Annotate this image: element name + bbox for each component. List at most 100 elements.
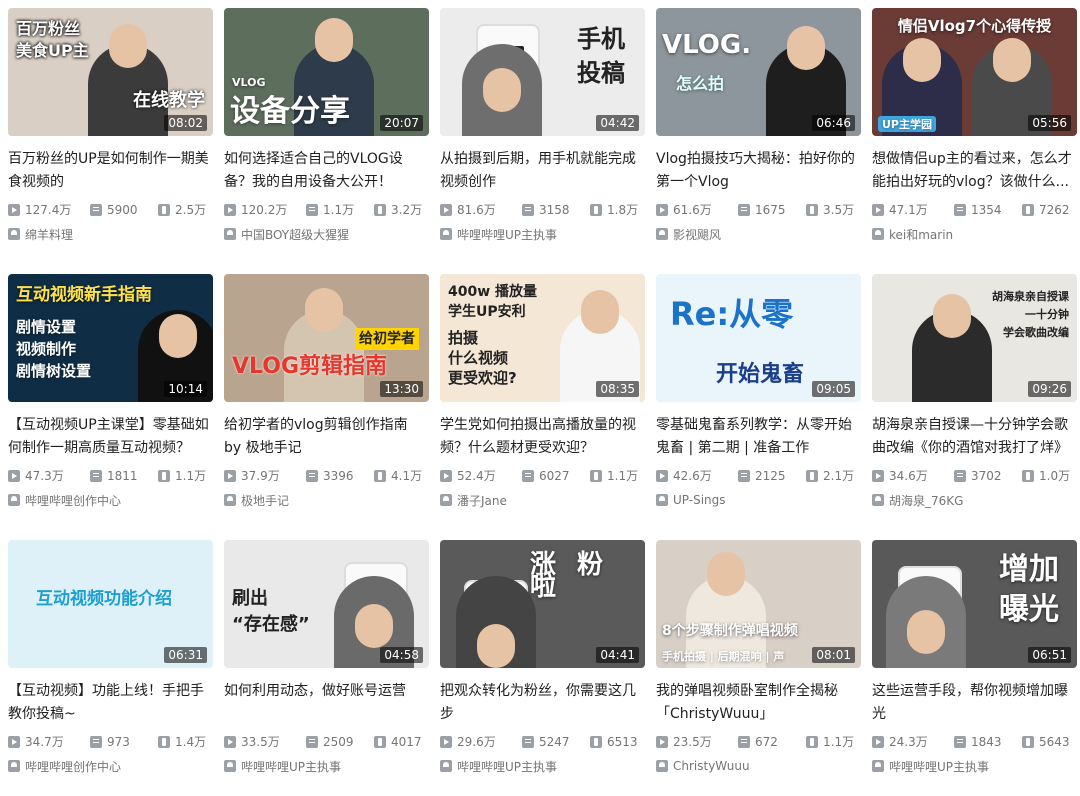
play-count: 127.4万 [8,202,90,218]
video-thumbnail[interactable]: 刷出 “存在感” 04:58 [224,540,429,668]
video-card[interactable]: 手机 投稿 04:42 从拍摄到后期，用手机就能完成视频创作 81.6万 315… [440,8,645,264]
video-thumbnail[interactable]: 给初学者 VLOG剪辑指南 13:30 [224,274,429,402]
video-card[interactable]: 给初学者 VLOG剪辑指南 13:30 给初学者的vlog剪辑创作指南 by 极… [224,274,429,530]
video-thumbnail[interactable]: 增加 曝光 06:51 [872,540,1077,668]
thumbnail-caption: 给初学者 [355,328,419,350]
play-count: 42.6万 [656,468,738,484]
danmu-count: 672 [738,734,806,750]
danmu-count: 5247 [522,734,590,750]
author-name[interactable]: 潘子Jane [457,492,507,509]
user-icon [224,760,236,772]
coin-count: 1.4万 [158,734,206,750]
video-thumbnail[interactable]: 情侣Vlog7个心得传授 UP主学园 05:56 [872,8,1077,136]
video-author[interactable]: 哔哩哔哩UP主执事 [440,226,645,242]
video-thumbnail[interactable]: Re:从零 开始鬼畜 09:05 [656,274,861,402]
video-thumbnail[interactable]: 涨 粉 啦 04:41 [440,540,645,668]
danmu-count: 2509 [306,734,374,750]
video-title[interactable]: 如何选择适合自己的VLOG设备？我的自用设备大公开！ [224,148,429,194]
video-author[interactable]: 胡海泉_76KG [872,492,1077,508]
author-name[interactable]: 哔哩哔哩创作中心 [25,758,121,775]
video-author[interactable]: 哔哩哔哩UP主执事 [224,758,429,774]
play-icon [872,204,884,216]
video-card[interactable]: 情侣Vlog7个心得传授 UP主学园 05:56 想做情侣up主的看过来，怎么才… [872,8,1077,264]
author-name[interactable]: 影视飓风 [673,226,721,243]
video-title[interactable]: 我的弹唱视频卧室制作全揭秘「ChristyWuuu」 [656,680,861,726]
video-author[interactable]: 绵羊料理 [8,226,213,242]
video-title[interactable]: 【互动视频UP主课堂】零基础如何制作一期高质量互动视频？ [8,414,213,460]
author-name[interactable]: kei和marin [889,226,953,243]
play-icon [8,736,20,748]
video-card[interactable]: Re:从零 开始鬼畜 09:05 零基础鬼畜系列教学：从零开始鬼畜 | 第二期 … [656,274,861,530]
video-card[interactable]: 涨 粉 啦 04:41 把观众转化为粉丝，你需要这几步 29.6万 5247 6… [440,540,645,796]
video-thumbnail[interactable]: 400w 播放量 学生UP安利 拍摄 什么视频 更受欢迎? 08:35 [440,274,645,402]
video-duration: 09:26 [1028,381,1071,397]
video-author[interactable]: 潘子Jane [440,492,645,508]
play-count-value: 47.1万 [889,203,928,217]
video-author[interactable]: kei和marin [872,226,1077,242]
video-thumbnail[interactable]: 胡海泉亲自授课 一十分钟 学会歌曲改编 09:26 [872,274,1077,402]
coin-icon [806,736,818,748]
video-author[interactable]: 影视飓风 [656,226,861,242]
video-title[interactable]: 如何利用动态，做好账号运营 [224,680,429,726]
video-card[interactable]: 400w 播放量 学生UP安利 拍摄 什么视频 更受欢迎? 08:35 学生党如… [440,274,645,530]
danmu-count-value: 5247 [539,735,570,749]
author-name[interactable]: ChristyWuuu [673,759,750,773]
video-card[interactable]: 互动视频功能介绍 06:31 【互动视频】功能上线！手把手教你投稿~ 34.7万… [8,540,213,796]
video-title[interactable]: 学生党如何拍摄出高播放量的视频？什么题材更受欢迎？ [440,414,645,460]
video-title[interactable]: 胡海泉亲自授课—十分钟学会歌曲改编《你的酒馆对我打了烊》 [872,414,1077,460]
author-name[interactable]: 胡海泉_76KG [889,492,963,509]
video-author[interactable]: 哔哩哔哩UP主执事 [440,758,645,774]
video-title[interactable]: 【互动视频】功能上线！手把手教你投稿~ [8,680,213,726]
video-thumbnail[interactable]: VLOG. 怎么拍 06:46 [656,8,861,136]
video-thumbnail[interactable]: 互动视频新手指南 剧情设置 视频制作 剧情树设置 10:14 [8,274,213,402]
danmu-count: 3158 [522,202,590,218]
author-name[interactable]: 哔哩哔哩UP主执事 [241,758,341,775]
video-title[interactable]: 从拍摄到后期，用手机就能完成视频创作 [440,148,645,194]
video-author[interactable]: 中国BOY超级大猩猩 [224,226,429,242]
video-title[interactable]: 把观众转化为粉丝，你需要这几步 [440,680,645,726]
author-name[interactable]: 哔哩哔哩UP主执事 [457,226,557,243]
video-card[interactable]: 8个步骤制作弹唱视频 手机拍摄 | 后期混响 | 声 08:01 我的弹唱视频卧… [656,540,861,796]
video-title[interactable]: 这些运营手段，帮你视频增加曝光 [872,680,1077,726]
author-name[interactable]: 哔哩哔哩UP主执事 [457,758,557,775]
thumbnail-subcaption: 拍摄 什么视频 更受欢迎? [448,329,517,387]
video-author[interactable]: ChristyWuuu [656,758,861,774]
thumbnail-caption: 胡海泉亲自授课 一十分钟 学会歌曲改编 [992,290,1069,339]
video-thumbnail[interactable]: VLOG 设备分享 20:07 [224,8,429,136]
video-title[interactable]: 零基础鬼畜系列教学：从零开始鬼畜 | 第二期 | 准备工作 [656,414,861,460]
coin-count: 3.5万 [806,202,854,218]
coin-count-value: 2.5万 [175,203,207,217]
video-card[interactable]: 胡海泉亲自授课 一十分钟 学会歌曲改编 09:26 胡海泉亲自授课—十分钟学会歌… [872,274,1077,530]
video-card[interactable]: 百万粉丝 美食UP主 在线教学 08:02 百万粉丝的UP是如何制作一期美食视频… [8,8,213,264]
video-title[interactable]: 想做情侣up主的看过来，怎么才能拍出好玩的vlog？该做什么... [872,148,1077,194]
play-count-value: 61.6万 [673,203,712,217]
author-name[interactable]: UP-Sings [673,493,726,507]
video-thumbnail[interactable]: 手机 投稿 04:42 [440,8,645,136]
video-author[interactable]: 极地手记 [224,492,429,508]
video-card[interactable]: VLOG. 怎么拍 06:46 Vlog拍摄技巧大揭秘：拍好你的第一个Vlog … [656,8,861,264]
author-name[interactable]: 中国BOY超级大猩猩 [241,226,349,243]
video-card[interactable]: 刷出 “存在感” 04:58 如何利用动态，做好账号运营 33.5万 2509 … [224,540,429,796]
video-thumbnail[interactable]: 8个步骤制作弹唱视频 手机拍摄 | 后期混响 | 声 08:01 [656,540,861,668]
author-name[interactable]: 哔哩哔哩创作中心 [25,492,121,509]
user-icon [872,760,884,772]
video-title[interactable]: 百万粉丝的UP是如何制作一期美食视频的 [8,148,213,194]
video-author[interactable]: 哔哩哔哩创作中心 [8,758,213,774]
video-card[interactable]: 互动视频新手指南 剧情设置 视频制作 剧情树设置 10:14 【互动视频UP主课… [8,274,213,530]
video-author[interactable]: UP-Sings [656,492,861,508]
video-card[interactable]: VLOG 设备分享 20:07 如何选择适合自己的VLOG设备？我的自用设备大公… [224,8,429,264]
video-thumbnail[interactable]: 百万粉丝 美食UP主 在线教学 08:02 [8,8,213,136]
video-stats: 33.5万 2509 4017 [224,734,429,750]
author-name[interactable]: 绵羊料理 [25,226,73,243]
user-icon [8,760,20,772]
video-card[interactable]: 增加 曝光 06:51 这些运营手段，帮你视频增加曝光 24.3万 1843 5… [872,540,1077,796]
video-author[interactable]: 哔哩哔哩创作中心 [8,492,213,508]
video-stats: 47.1万 1354 7262 [872,202,1077,218]
video-title[interactable]: 给初学者的vlog剪辑创作指南 by 极地手记 [224,414,429,460]
video-thumbnail[interactable]: 互动视频功能介绍 06:31 [8,540,213,668]
author-name[interactable]: 哔哩哔哩UP主执事 [889,758,989,775]
video-title[interactable]: Vlog拍摄技巧大揭秘：拍好你的第一个Vlog [656,148,861,194]
danmu-icon [522,470,534,482]
video-author[interactable]: 哔哩哔哩UP主执事 [872,758,1077,774]
author-name[interactable]: 极地手记 [241,492,289,509]
